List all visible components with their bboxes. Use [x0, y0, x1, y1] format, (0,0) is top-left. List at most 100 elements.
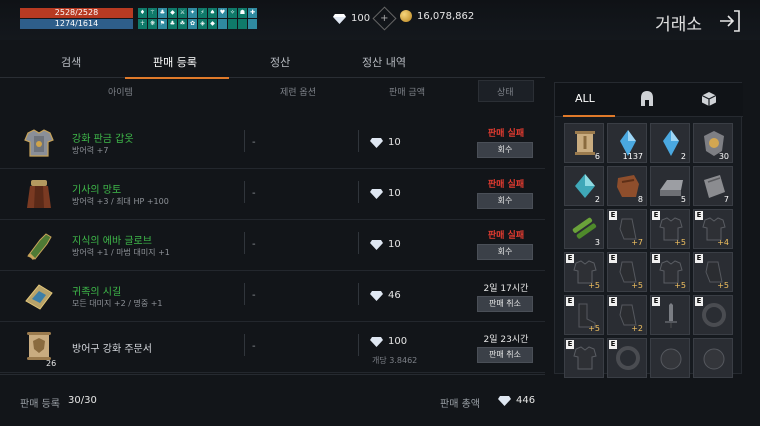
- exit-icon[interactable]: [718, 9, 742, 33]
- helmet-icon[interactable]: [639, 90, 655, 108]
- diamond-icon: [370, 188, 383, 199]
- box-icon[interactable]: [701, 91, 717, 107]
- reclaim-button[interactable]: 회수: [477, 142, 533, 158]
- inventory-slot-bamboo[interactable]: 3: [564, 209, 604, 249]
- inventory-slot-gauntlet[interactable]: E +2: [607, 295, 647, 335]
- diamond-icon: [370, 239, 383, 250]
- item-name: 지식의 에바 글로브: [72, 236, 152, 247]
- item-stat: 모든 대미지 +2 / 명중 +1: [72, 299, 163, 308]
- orb-icon: [703, 348, 725, 370]
- item-stat: 방어력 +1 / 마법 대미지 +1: [72, 248, 170, 257]
- price-value: 46: [388, 290, 401, 301]
- buff-icon: ♠: [208, 8, 217, 18]
- inventory-slot-scroll[interactable]: 6: [564, 123, 604, 163]
- price-value: 10: [388, 137, 401, 148]
- equipped-badge: E: [566, 340, 574, 349]
- inventory-slot-armor[interactable]: E +5: [650, 209, 690, 249]
- sigil-icon: [25, 284, 53, 310]
- inventory-slot-hide[interactable]: 8: [607, 166, 647, 206]
- refine-option: -: [252, 341, 256, 352]
- orb-icon: [660, 348, 682, 370]
- buff-icon: ✧: [228, 8, 237, 18]
- diamond-icon: [498, 396, 511, 406]
- slot-quantity: 8: [637, 195, 643, 204]
- inventory-slot-armor[interactable]: E +4: [693, 209, 733, 249]
- cloak-icon: [27, 180, 51, 208]
- inventory-slot-ring[interactable]: E: [693, 295, 733, 335]
- table-row[interactable]: 지식의 에바 글로브 방어력 +1 / 마법 대미지 +1 - 10 판매 실패…: [0, 220, 545, 271]
- buff-icon: ♥: [218, 8, 227, 18]
- inventory-slot-gauntlet[interactable]: E +7: [607, 209, 647, 249]
- status-label: 판매 실패: [487, 231, 525, 241]
- total-value: 446: [516, 395, 536, 406]
- inventory-slot-armor[interactable]: E +5: [650, 252, 690, 292]
- inventory-tab-all[interactable]: ALL: [575, 92, 595, 105]
- gold-coin-icon: [400, 10, 412, 22]
- column-state: 상태: [497, 88, 514, 98]
- diamond-currency: 100 +: [333, 6, 397, 31]
- slot-quantity: 6: [594, 152, 600, 161]
- inventory-slot-gauntlet[interactable]: E +5: [607, 252, 647, 292]
- inventory-slot-sword[interactable]: E: [650, 295, 690, 335]
- equipped-badge: E: [652, 211, 660, 220]
- price: 10: [370, 137, 401, 148]
- inventory-slot-armor[interactable]: E +5: [564, 252, 604, 292]
- tab-search[interactable]: 검색: [61, 54, 81, 70]
- table-row[interactable]: 강화 판금 갑옷 방어력 +7 - 10 판매 실패 회수: [0, 118, 545, 169]
- item-name: 강화 판금 갑옷: [72, 134, 134, 145]
- inventory-slot-orb[interactable]: [693, 338, 733, 378]
- inventory-slot-ring[interactable]: E: [607, 338, 647, 378]
- refine-option: -: [252, 137, 256, 148]
- price-value: 100: [388, 336, 408, 347]
- cancel-sale-button[interactable]: 판매 취소: [477, 296, 533, 312]
- tab-settle[interactable]: 정산: [270, 54, 290, 70]
- buff-icon: ◆: [208, 19, 217, 29]
- tab-register[interactable]: 판매 등록: [153, 54, 197, 70]
- equipped-badge: E: [609, 254, 617, 263]
- top-hud: 2528/2528 1274/1614 ♦ ⚚ ♣ ◆ ⚔ ✦ ⚡ ♠ ♥ ✧ ☗ ✚ ☥ ❋ ⚑ ♣ ☘ ✿ ◈ ◆…: [0, 0, 760, 40]
- divider: [244, 130, 245, 152]
- enhance-level: +5: [674, 281, 686, 290]
- diamond-icon: [333, 13, 346, 24]
- buff-icon: ⚡: [198, 8, 207, 18]
- buff-icons: ♦ ⚚ ♣ ◆ ⚔ ✦ ⚡ ♠ ♥ ✧ ☗ ✚ ☥ ❋ ⚑ ♣ ☘ ✿ ◈ ◆: [138, 8, 257, 29]
- reclaim-button[interactable]: 회수: [477, 244, 533, 260]
- tab-history[interactable]: 정산 내역: [362, 54, 406, 70]
- inventory-slot-crystal-blue[interactable]: 2: [650, 123, 690, 163]
- buff-icon: ⚚: [148, 8, 157, 18]
- divider: [358, 181, 359, 203]
- inventory-slot-gauntlet[interactable]: E +5: [693, 252, 733, 292]
- inventory-slot-crystal-blue[interactable]: 1137: [607, 123, 647, 163]
- total-label: 판매 총액: [440, 399, 480, 410]
- status-bars: 2528/2528 1274/1614: [20, 8, 133, 29]
- buff-icon: [238, 19, 247, 29]
- inventory-slot-cloth[interactable]: 7: [693, 166, 733, 206]
- enhance-level: +5: [631, 281, 643, 290]
- inventory-slot-orb[interactable]: [650, 338, 690, 378]
- inventory-slot-armor[interactable]: E: [564, 338, 604, 378]
- slot-quantity: 7: [723, 195, 729, 204]
- page-title: 거래소: [655, 15, 702, 35]
- price-value: 10: [388, 188, 401, 199]
- inventory-slot-boots[interactable]: E +5: [564, 295, 604, 335]
- diamond-icon: [370, 137, 383, 148]
- cancel-sale-button[interactable]: 판매 취소: [477, 347, 533, 363]
- inventory-slot-ingot[interactable]: 5: [650, 166, 690, 206]
- add-diamond-button[interactable]: +: [372, 6, 397, 31]
- listing-footer: 판매 등록 30/30 판매 총액 446: [0, 374, 545, 426]
- table-row[interactable]: 26 방어구 강화 주문서 - 100 개당 3.8462 2일 23시간 판매…: [0, 322, 545, 373]
- status-label: 2일 17시간: [483, 284, 529, 294]
- table-row[interactable]: 귀족의 시길 모든 대미지 +2 / 명중 +1 - 46 2일 17시간 판매…: [0, 271, 545, 322]
- table-row[interactable]: 기사의 망토 방어력 +3 / 최대 HP +100 - 10 판매 실패 회수: [0, 169, 545, 220]
- slot-quantity: 1137: [622, 152, 643, 161]
- inventory-slot-crystal-teal[interactable]: 2: [564, 166, 604, 206]
- refine-option: -: [252, 290, 256, 301]
- reclaim-button[interactable]: 회수: [477, 193, 533, 209]
- enhance-level: +2: [631, 324, 643, 333]
- slot-quantity: 5: [680, 195, 686, 204]
- inventory-slot-shield-gem[interactable]: 30: [693, 123, 733, 163]
- diamond-amount: 100: [351, 13, 371, 24]
- diamond-icon: [370, 336, 383, 347]
- divider: [358, 232, 359, 254]
- item-name: 기사의 망토: [72, 185, 122, 196]
